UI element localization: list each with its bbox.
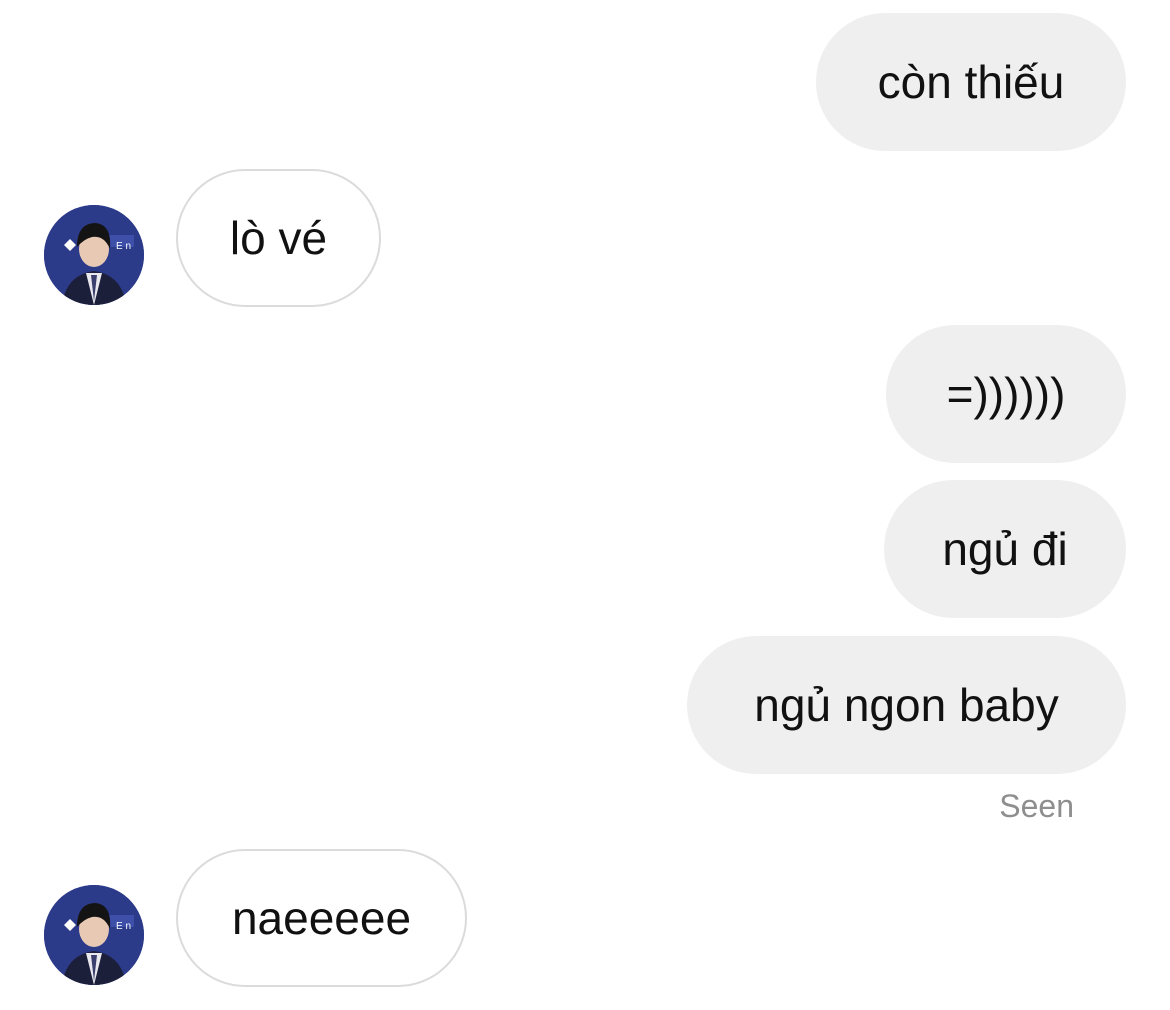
contact-avatar[interactable]: E n (44, 885, 144, 985)
message-text: lò vé (229, 212, 328, 264)
outgoing-message-bubble[interactable]: ngủ đi (884, 480, 1126, 618)
message-text: ngủ ngon baby (754, 679, 1059, 731)
contact-avatar[interactable]: E n (44, 205, 144, 305)
message-text: ngủ đi (942, 523, 1068, 575)
message-text: còn thiếu (877, 56, 1065, 108)
outgoing-message-bubble[interactable]: còn thiếu (816, 13, 1126, 151)
svg-text:E n: E n (116, 921, 131, 932)
message-text: =)))))) (946, 368, 1066, 420)
outgoing-message-bubble[interactable]: ngủ ngon baby (687, 636, 1126, 774)
svg-text:E n: E n (116, 241, 131, 252)
avatar-photo-icon: E n (44, 205, 144, 305)
incoming-message-bubble[interactable]: lò vé (176, 169, 381, 307)
avatar-photo-icon: E n (44, 885, 144, 985)
message-text: naeeeee (231, 892, 412, 944)
incoming-message-bubble[interactable]: naeeeee (176, 849, 467, 987)
outgoing-message-bubble[interactable]: =)))))) (886, 325, 1126, 463)
seen-indicator: Seen (999, 788, 1074, 824)
